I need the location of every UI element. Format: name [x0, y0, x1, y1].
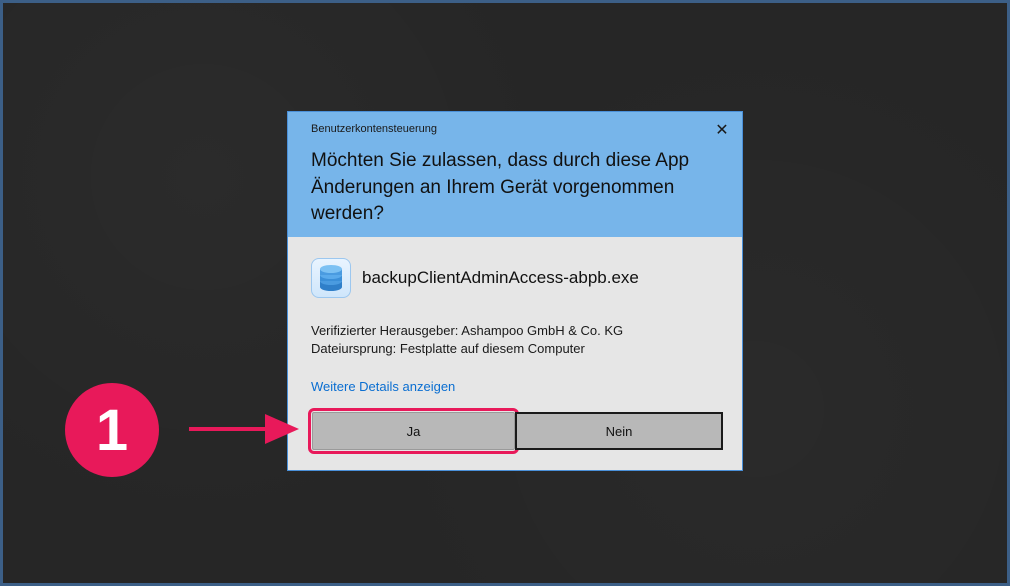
details-link[interactable]: Weitere Details anzeigen: [311, 379, 455, 394]
no-button[interactable]: Nein: [515, 412, 723, 450]
step-number-badge: 1: [65, 383, 159, 477]
uac-question: Möchten Sie zulassen, dass durch diese A…: [311, 150, 690, 224]
arrow-right-icon: [189, 414, 299, 444]
app-name: backupClientAdminAccess-abpb.exe: [362, 268, 639, 287]
database-stack-icon: [311, 258, 351, 298]
uac-header: Benutzerkontensteuerung ✕ Möchten Sie zu…: [288, 112, 742, 237]
dialog-caption: Benutzerkontensteuerung: [311, 123, 437, 135]
publisher-info: Verifizierter Herausgeber: Ashampoo GmbH…: [311, 322, 623, 358]
origin-text: Dateiursprung: Festplatte auf diesem Com…: [311, 341, 585, 356]
close-icon[interactable]: ✕: [710, 118, 734, 142]
app-info-row: backupClientAdminAccess-abpb.exe: [311, 257, 639, 299]
yes-button[interactable]: Ja: [308, 408, 519, 454]
uac-dialog: Benutzerkontensteuerung ✕ Möchten Sie zu…: [287, 111, 743, 471]
publisher-text: Verifizierter Herausgeber: Ashampoo GmbH…: [311, 323, 624, 338]
screenshot-frame: Benutzerkontensteuerung ✕ Möchten Sie zu…: [0, 0, 1010, 586]
